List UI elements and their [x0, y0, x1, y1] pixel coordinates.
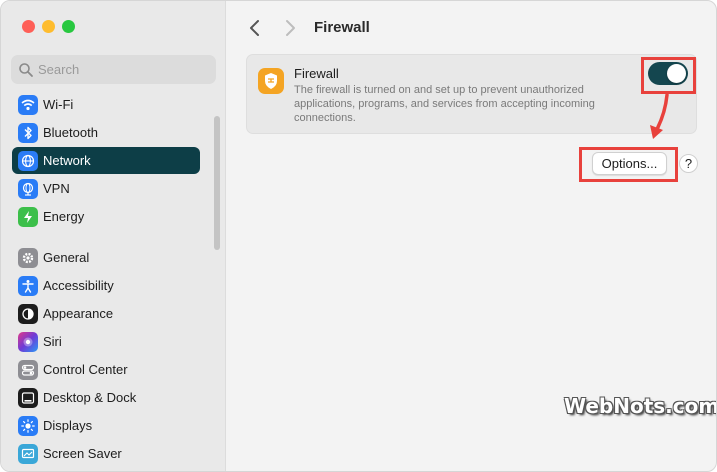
- help-button[interactable]: ?: [679, 154, 698, 173]
- sidebar-item-desktop-dock[interactable]: Desktop & Dock: [12, 384, 200, 411]
- dock-icon: [18, 388, 38, 408]
- page-title: Firewall: [314, 19, 370, 36]
- minimize-window-button[interactable]: [42, 20, 55, 33]
- close-window-button[interactable]: [22, 20, 35, 33]
- sidebar-item-vpn[interactable]: VPN: [12, 175, 200, 202]
- sidebar-item-wifi[interactable]: Wi-Fi: [12, 91, 200, 118]
- search-icon: [19, 63, 33, 77]
- sidebar-item-label: General: [43, 250, 90, 265]
- sidebar: Wi-Fi Bluetooth Network VPN Energy: [1, 1, 226, 471]
- sidebar-item-label: Displays: [43, 418, 93, 433]
- sidebar-item-energy[interactable]: Energy: [12, 203, 200, 230]
- sidebar-item-label: Desktop & Dock: [43, 390, 137, 405]
- sidebar-item-label: Siri: [43, 334, 62, 349]
- sidebar-item-screen-saver[interactable]: Screen Saver: [12, 440, 200, 467]
- sidebar-item-label: Appearance: [43, 306, 114, 321]
- annotation-arrow-icon: [650, 93, 669, 139]
- options-highlight-box: [579, 147, 678, 182]
- sidebar-item-label: Bluetooth: [43, 125, 98, 140]
- control-center-icon: [18, 360, 38, 380]
- zoom-window-button[interactable]: [62, 20, 75, 33]
- sidebar-scrollbar[interactable]: [214, 116, 220, 250]
- bolt-icon: [18, 207, 38, 227]
- sidebar-item-bluetooth[interactable]: Bluetooth: [12, 119, 200, 146]
- sidebar-item-label: Network: [43, 153, 91, 168]
- forward-chevron-icon[interactable]: [281, 18, 299, 38]
- vpn-globe-icon: [18, 179, 38, 199]
- appearance-icon: [18, 304, 38, 324]
- sidebar-item-control-center[interactable]: Control Center: [12, 356, 200, 383]
- sidebar-item-siri[interactable]: Siri: [12, 328, 200, 355]
- watermark: WebNots.com: [564, 394, 717, 418]
- sidebar-item-label: Accessibility: [43, 278, 114, 293]
- wifi-icon: [18, 95, 38, 115]
- globe-icon: [18, 151, 38, 171]
- bluetooth-icon: [18, 123, 38, 143]
- firewall-description: The firewall is turned on and set up to …: [294, 84, 595, 124]
- screen-saver-icon: [18, 444, 38, 464]
- sidebar-item-network[interactable]: Network: [12, 147, 200, 174]
- gear-icon: [18, 248, 38, 268]
- toggle-highlight-box: [641, 57, 696, 94]
- search-box[interactable]: [11, 55, 216, 84]
- sun-icon: [18, 416, 38, 436]
- siri-icon: [18, 332, 38, 352]
- sidebar-item-accessibility[interactable]: Accessibility: [12, 272, 200, 299]
- accessibility-icon: [18, 276, 38, 296]
- firewall-icon: [258, 68, 284, 94]
- sidebar-item-general[interactable]: General: [12, 244, 200, 271]
- sidebar-item-appearance[interactable]: Appearance: [12, 300, 200, 327]
- sidebar-item-label: Control Center: [43, 362, 128, 377]
- search-input[interactable]: [38, 55, 208, 84]
- sidebar-item-label: Energy: [43, 209, 85, 224]
- sidebar-item-displays[interactable]: Displays: [12, 412, 200, 439]
- settings-window: Wi-Fi Bluetooth Network VPN Energy: [0, 0, 717, 472]
- back-chevron-icon[interactable]: [246, 18, 264, 38]
- firewall-title: Firewall: [294, 66, 339, 81]
- sidebar-item-label: Wi-Fi: [43, 97, 74, 112]
- sidebar-item-label: Screen Saver: [43, 446, 122, 461]
- sidebar-item-label: VPN: [43, 181, 70, 196]
